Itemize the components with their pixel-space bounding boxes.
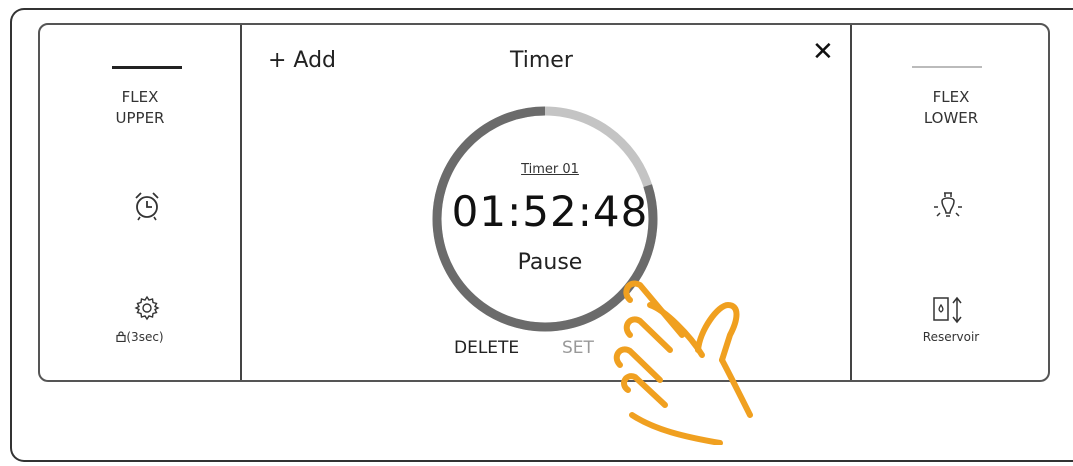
- set-button[interactable]: SET: [562, 338, 594, 358]
- alarm-clock-icon[interactable]: [132, 189, 162, 221]
- tap-gesture-hand-icon: [613, 280, 753, 445]
- gear-icon[interactable]: [134, 295, 160, 321]
- flex-lower-inactive-bar: [912, 66, 982, 68]
- left-divider: [240, 25, 242, 380]
- flex-lower-button[interactable]: FLEX LOWER: [852, 87, 1050, 129]
- delete-button[interactable]: DELETE: [454, 338, 519, 358]
- add-timer-button[interactable]: + Add: [268, 48, 336, 73]
- flex-upper-active-bar: [112, 66, 182, 69]
- time-display: 01:52:48: [451, 187, 649, 236]
- flex-upper-button[interactable]: FLEX UPPER: [40, 87, 240, 129]
- water-reservoir-icon[interactable]: [932, 295, 968, 325]
- lock-icon: [116, 331, 126, 343]
- pause-button[interactable]: Pause: [480, 250, 620, 275]
- timer-title: Timer: [510, 48, 573, 73]
- lock-hint-label: (3sec): [126, 330, 164, 344]
- flex-upper-panel: FLEX UPPER (3sec): [40, 25, 240, 380]
- control-panel-screen: FLEX UPPER (3sec) + Add Timer ✕ Timer 01…: [38, 23, 1050, 445]
- close-button[interactable]: ✕: [812, 39, 834, 65]
- light-bulb-icon[interactable]: [928, 187, 968, 227]
- timer-name[interactable]: Timer 01: [445, 162, 655, 177]
- reservoir-label: Reservoir: [922, 330, 980, 344]
- flex-lower-panel: FLEX LOWER Reservoir: [852, 25, 1050, 380]
- lock-hint: (3sec): [40, 330, 240, 344]
